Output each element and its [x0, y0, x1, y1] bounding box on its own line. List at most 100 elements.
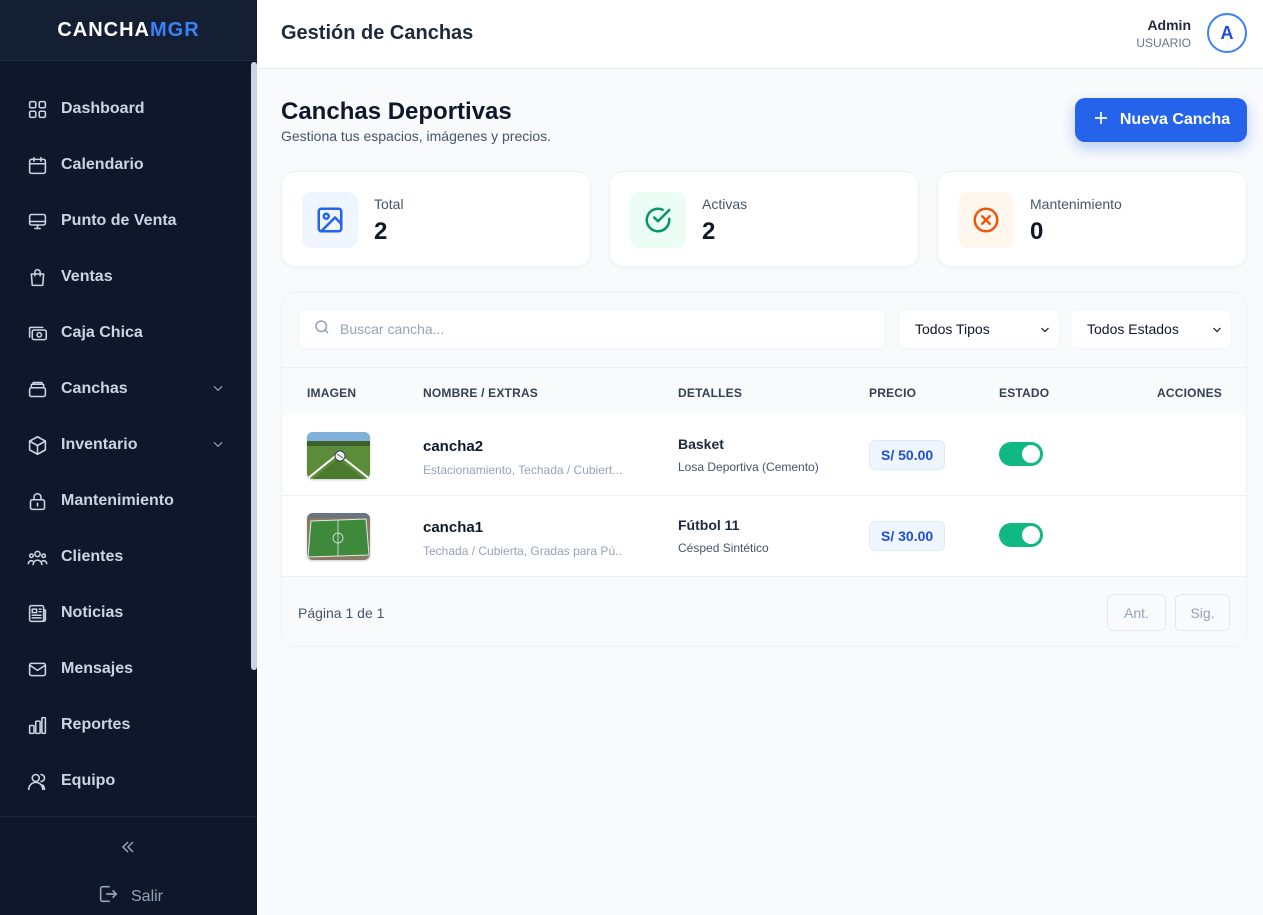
cube-icon — [26, 434, 48, 456]
column-header-estado: ESTADO — [999, 386, 1050, 400]
sidebar-item-noticias[interactable]: Noticias — [0, 585, 257, 641]
stat-label: Mantenimiento — [1030, 196, 1122, 212]
sidebar-scrollbar[interactable] — [251, 62, 257, 670]
brand-text-primary: CANCHA — [57, 18, 150, 41]
logout-icon — [97, 883, 131, 910]
chevron-down-icon[interactable] — [211, 381, 225, 400]
sidebar-item-label: Ventas — [61, 268, 113, 285]
sidebar-item-inventario[interactable]: Inventario — [0, 417, 257, 473]
sidebar-footer: Salir — [0, 816, 257, 915]
sidebar-item-label: Clientes — [61, 548, 124, 565]
court-thumbnail[interactable] — [307, 513, 370, 560]
sidebar-item-label: Calendario — [61, 156, 144, 173]
column-header-nombre: NOMBRE / EXTRAS — [423, 386, 539, 400]
sidebar-item-label: Inventario — [61, 436, 138, 453]
court-type: Basket — [678, 436, 724, 452]
column-header-acciones: ACCIONES — [1157, 386, 1222, 400]
status-filter-select[interactable]: Todos Estados — [1070, 309, 1232, 349]
bar-chart-icon — [26, 714, 48, 736]
court-thumbnail[interactable] — [307, 432, 370, 479]
x-circle-icon — [958, 192, 1014, 248]
logout-label: Salir — [131, 887, 164, 905]
brand-logo[interactable]: CANCHA MGR — [0, 0, 257, 61]
sidebar-item-equipo[interactable]: Equipo — [0, 753, 257, 809]
page-subtitle: Gestiona tus espacios, imágenes y precio… — [281, 128, 552, 144]
sidebar-item-punto-de-venta[interactable]: Punto de Venta — [0, 193, 257, 249]
users-icon — [26, 546, 48, 568]
stack-icon — [26, 378, 48, 400]
brand-text-accent: MGR — [150, 18, 200, 41]
sidebar-item-label: Canchas — [61, 380, 128, 397]
collapse-sidebar-icon[interactable] — [118, 837, 140, 859]
grid-icon — [26, 98, 48, 120]
sidebar-item-ventas[interactable]: Ventas — [0, 249, 257, 305]
sidebar-item-dashboard[interactable]: Dashboard — [0, 81, 257, 137]
court-extras: Techada / Cubierta, Gradas para Pú... — [423, 544, 623, 558]
cash-icon — [26, 322, 48, 344]
image-icon — [302, 192, 358, 248]
new-court-button-label: Nueva Cancha — [1119, 111, 1231, 128]
court-extras: Estacionamiento, Techada / Cubiert... — [423, 463, 623, 477]
mail-icon — [26, 658, 48, 680]
avatar[interactable]: A — [1207, 13, 1247, 53]
sidebar-item-mensajes[interactable]: Mensajes — [0, 641, 257, 697]
type-filter-value: Todos Tipos — [915, 321, 990, 337]
column-header-imagen: IMAGEN — [307, 386, 357, 400]
status-toggle[interactable] — [999, 442, 1043, 466]
sidebar-item-clientes[interactable]: Clientes — [0, 529, 257, 585]
stat-card-activas: Activas 2 — [609, 171, 919, 267]
status-toggle[interactable] — [999, 523, 1043, 547]
sidebar-item-caja-chica[interactable]: Caja Chica — [0, 305, 257, 361]
sidebar-item-label: Equipo — [61, 772, 116, 789]
header-title: Gestión de Canchas — [281, 22, 474, 44]
search-input[interactable] — [340, 321, 860, 337]
type-filter-select[interactable]: Todos Tipos — [898, 309, 1060, 349]
sidebar-item-label: Mantenimiento — [61, 492, 174, 509]
chevron-down-icon[interactable] — [211, 437, 225, 456]
stat-value: 2 — [374, 218, 388, 245]
court-surface: Césped Sintético — [678, 541, 769, 555]
prev-page-button[interactable]: Ant. — [1107, 594, 1166, 631]
price-badge: S/ 30.00 — [869, 521, 946, 551]
sidebar-item-label: Reportes — [61, 716, 131, 733]
logout-button[interactable]: Salir — [97, 883, 163, 910]
calendar-icon — [26, 154, 48, 176]
sidebar-item-canchas[interactable]: Canchas — [0, 361, 257, 417]
search-box[interactable] — [298, 309, 886, 349]
check-circle-icon — [630, 192, 686, 248]
monitor-icon — [26, 210, 48, 232]
stat-value: 0 — [1030, 218, 1044, 245]
sidebar-item-label: Dashboard — [61, 100, 145, 117]
team-icon — [26, 770, 48, 792]
sidebar: CANCHA MGR Dashboard Calendario Punto de … — [0, 0, 257, 915]
user-info: Admin USUARIO — [1136, 17, 1191, 50]
sidebar-item-mantenimiento[interactable]: Mantenimiento — [0, 473, 257, 529]
table-row[interactable]: cancha2 Estacionamiento, Techada / Cubie… — [282, 415, 1246, 496]
plus-icon — [1092, 109, 1120, 132]
sidebar-item-reportes[interactable]: Reportes — [0, 697, 257, 753]
sidebar-item-calendario[interactable]: Calendario — [0, 137, 257, 193]
price-badge: S/ 50.00 — [869, 440, 946, 470]
court-surface: Losa Deportiva (Cemento) — [678, 460, 819, 474]
sidebar-item-label: Punto de Venta — [61, 212, 177, 229]
shopping-bag-icon — [26, 266, 48, 288]
column-header-precio: PRECIO — [869, 386, 917, 400]
stat-label: Total — [374, 196, 404, 212]
court-type: Fútbol 11 — [678, 517, 740, 533]
column-header-detalles: DETALLES — [678, 386, 743, 400]
stat-card-mantenimiento: Mantenimiento 0 — [937, 171, 1247, 267]
table-row[interactable]: cancha1 Techada / Cubierta, Gradas para … — [282, 496, 1246, 577]
stat-value: 2 — [702, 218, 716, 245]
top-header: Gestión de Canchas Admin USUARIO A — [257, 0, 1263, 69]
new-court-button[interactable]: Nueva Cancha — [1075, 98, 1247, 142]
sidebar-item-label: Caja Chica — [61, 324, 143, 341]
pagination-text: Página 1 de 1 — [298, 605, 385, 621]
courts-table-card: Todos Tipos Todos Estados IMAGEN NOMBRE … — [281, 292, 1247, 647]
court-name: cancha2 — [423, 438, 484, 455]
table-header: IMAGEN NOMBRE / EXTRAS DETALLES PRECIO E… — [282, 367, 1246, 415]
court-name: cancha1 — [423, 519, 484, 536]
user-name: Admin — [1147, 17, 1191, 33]
stat-label: Activas — [702, 196, 748, 212]
next-page-button[interactable]: Sig. — [1175, 594, 1230, 631]
sidebar-item-label: Noticias — [61, 604, 124, 621]
